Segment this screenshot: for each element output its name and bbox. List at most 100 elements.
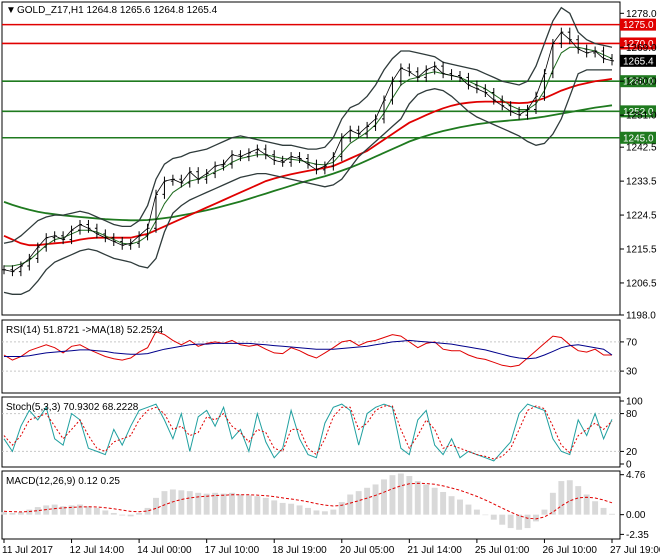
rsi-content: 30 70: [2, 331, 638, 378]
macd-hist-bar: [364, 487, 371, 515]
macd-hist-bar: [245, 495, 252, 515]
macd-hist-bar: [524, 514, 531, 529]
macd-hist-bar: [220, 493, 227, 515]
macd-hist-bar: [68, 505, 75, 515]
stoch-ytick-label-2: 80: [626, 409, 638, 420]
macd-hist-bar: [305, 507, 311, 515]
macd-hist-bar: [229, 492, 235, 515]
rsi-panel: 30 70 RSI(14) 51.8721 ->MA(18) 52.2524: [1, 319, 638, 394]
macd-hist-bar: [9, 512, 16, 515]
macd-hist-bar: [389, 475, 396, 515]
macd-hist-bar: [355, 491, 362, 515]
macd-hist-bar: [431, 487, 438, 515]
macd-hist-bar: [51, 504, 58, 515]
time-axis: 11 Jul 2017 12 Jul 14:00 14 Jul 00:00 17 Ju…: [2, 539, 660, 556]
rsi-ma-line: [4, 339, 613, 360]
macd-hist-bar: [592, 501, 599, 515]
macd-hist-bar: [473, 509, 480, 515]
macd-hist-bar: [161, 491, 168, 515]
macd-hist-bar: [127, 514, 134, 517]
macd-label: MACD(12,26,9) 0.12 0.25: [6, 476, 120, 487]
macd-hist-bar: [414, 481, 421, 515]
price-ytick-label-1: 1206.5: [626, 278, 657, 289]
macd-hist-bar: [423, 484, 430, 515]
macd-hist-bar: [26, 509, 33, 515]
price-ytick-label-4: 1233.5: [626, 177, 657, 188]
price-panel: 1275.01270.01260.01252.01245.0 1198.0120…: [1, 1, 657, 322]
macd-hist-bar: [338, 502, 345, 515]
time-tick-label-0: 11 Jul 2017: [2, 545, 53, 556]
stoch-label: Stoch(5,3,3) 70.9302 68.2228: [6, 402, 139, 413]
macd-hist-bar: [186, 491, 193, 515]
macd-hist-bar: [330, 509, 337, 515]
macd-hist-bar: [195, 492, 202, 515]
macd-hist-bar: [110, 512, 117, 515]
macd-hist-bar: [136, 512, 143, 515]
stoch-panel: 0 20 80100 Stoch(5,3,3) 70.9302 68.2228: [1, 396, 643, 471]
price-ytick-label-0: 1198.0: [626, 311, 656, 322]
stoch-ytick-label-3: 100: [626, 397, 643, 408]
macd-hist-bar: [457, 499, 463, 515]
price-ytick-label-3: 1224.5: [626, 211, 657, 222]
chart: 1275.01270.01260.01252.01245.0 1198.0120…: [1, 1, 660, 556]
macd-hist-bar: [482, 514, 489, 516]
time-tick-label-5: 20 Jul 05:00: [340, 545, 395, 556]
time-tick-label-4: 18 Jul 19:00: [272, 545, 327, 556]
price-ytick-label-5: 1242.5: [626, 143, 657, 154]
macd-hist-bar: [77, 504, 83, 515]
macd-hist-bar: [203, 493, 210, 515]
macd-hist-bar: [17, 512, 24, 515]
time-tick-label-8: 26 Jul 10:00: [542, 545, 597, 556]
macd-hist-bar: [448, 496, 455, 515]
macd-hist-bar: [490, 514, 497, 520]
macd-ytick-label-0: 4.76: [626, 470, 646, 481]
macd-hist-bar: [313, 510, 320, 515]
symbol-header: GOLD_Z17,H1 1264.8 1265.6 1264.8 1265.4: [17, 5, 218, 16]
macd-hist-bar: [85, 506, 92, 515]
macd-hist-bar: [575, 486, 582, 515]
level-label-0: 1275.0: [623, 20, 654, 31]
macd-hist-bar: [288, 503, 295, 515]
macd-hist-bar: [465, 504, 472, 515]
macd-hist-bar: [609, 513, 615, 515]
price-ytick-label-9: 1278.0: [626, 9, 657, 20]
time-tick-label-3: 17 Jul 10:00: [205, 545, 260, 556]
macd-hist-bar: [178, 490, 185, 515]
time-tick-label-9: 27 Jul 19:00: [610, 545, 660, 556]
macd-hist-bar: [321, 511, 328, 515]
macd-hist-bar: [566, 480, 573, 515]
stoch-ytick-label-1: 20: [626, 447, 638, 458]
rsi-line: [3, 331, 612, 368]
macd-hist-bar: [296, 505, 303, 515]
rsi-ytick-label-1: 70: [626, 337, 638, 348]
macd-hist-bar: [516, 514, 523, 530]
price-ytick-label-2: 1215.5: [626, 245, 657, 256]
time-tick-label-1: 12 Jul 14:00: [70, 545, 125, 556]
macd-hist-bar: [254, 496, 261, 515]
price-ytick-label-7: 1260.0: [626, 77, 657, 88]
macd-ytick-label-2: -2.35: [626, 530, 649, 541]
macd-hist-bar: [347, 494, 354, 515]
macd-hist-bar: [499, 514, 506, 525]
price-ytick-label-8: 1269.0: [626, 43, 657, 54]
macd-hist-bar: [372, 484, 379, 515]
macd-hist-bar: [549, 492, 556, 515]
collapse-icon[interactable]: ▼: [6, 5, 16, 16]
macd-hist-bar: [271, 500, 278, 515]
rsi-label: RSI(14) 51.8721 ->MA(18) 52.2524: [6, 325, 163, 336]
price-axis: 1198.0 1206.5 1215.5 1224.5 1233.5 1242.5 1251…: [620, 9, 657, 322]
macd-hist-bar: [507, 514, 514, 529]
macd-hist-bar: [397, 473, 404, 515]
time-tick-label-6: 21 Jul 14:00: [407, 545, 462, 556]
macd-hist-bar: [1, 512, 7, 515]
macd-hist-bar: [406, 476, 413, 515]
price-ytick-label-6: 1251.0: [626, 111, 657, 122]
price-close-line: [3, 31, 613, 273]
macd-hist-bar: [541, 509, 548, 515]
macd-hist-bar: [440, 491, 447, 515]
macd-hist-bar: [119, 514, 126, 516]
macd-panel: 4.76 0.00 -2.35 MACD(12,26,9) 0.12 0.25: [1, 470, 649, 541]
macd-hist-bar: [381, 479, 387, 515]
macd-hist-bar: [153, 497, 159, 515]
time-tick-label-2: 14 Jul 00:00: [137, 545, 192, 556]
